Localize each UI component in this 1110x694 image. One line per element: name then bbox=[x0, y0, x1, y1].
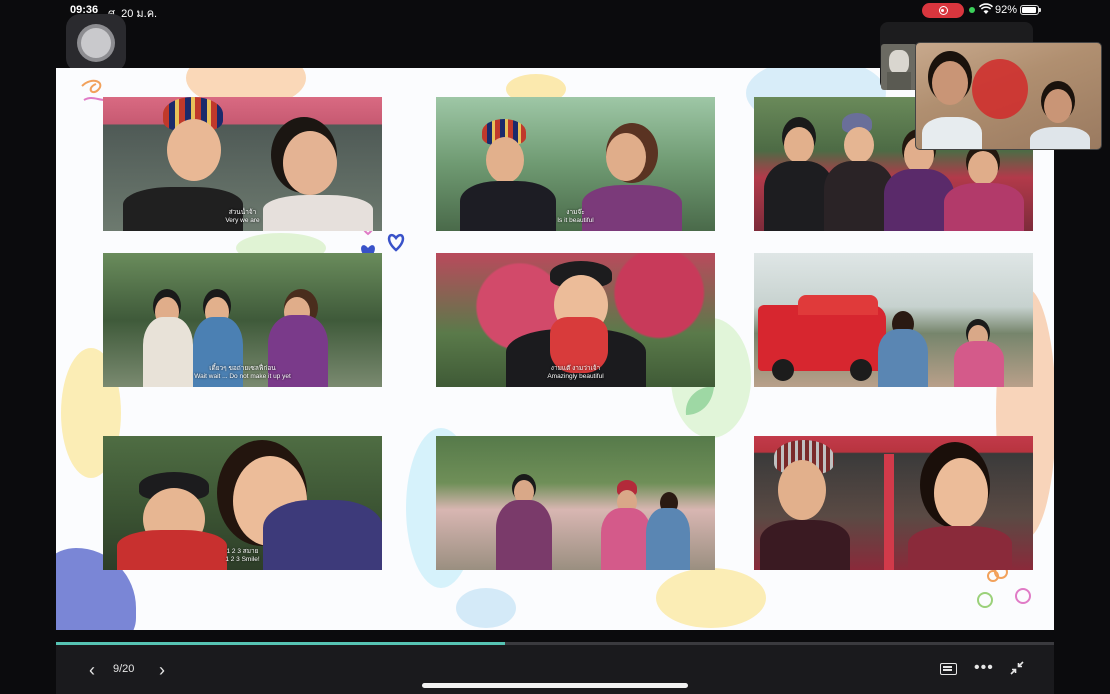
wifi-icon bbox=[979, 3, 993, 14]
photo-5-subtitle: งามแต๊ งามว่าเจ้า Amazingly beautiful bbox=[547, 365, 604, 380]
slide-photo-6 bbox=[754, 253, 1033, 387]
photo-4-subtitle: เดี๋ยวๆ ขอถ่ายเซลฟี่ก่อน Wait wait ... Do… bbox=[194, 365, 291, 380]
home-indicator[interactable] bbox=[422, 683, 688, 688]
camera-self-view[interactable] bbox=[915, 42, 1102, 150]
screen-recording-indicator[interactable] bbox=[922, 3, 964, 18]
page-indicator: 9/20 bbox=[113, 663, 135, 675]
collapse-icon[interactable] bbox=[1010, 661, 1024, 675]
camera-thumbnail[interactable] bbox=[881, 44, 917, 90]
chevron-left-icon: ‹ bbox=[89, 660, 95, 680]
slide-photo-4: เดี๋ยวๆ ขอถ่ายเซลฟี่ก่อน Wait wait ... Do… bbox=[103, 253, 382, 387]
previous-slide-button[interactable]: ‹ bbox=[82, 659, 102, 681]
leaf-doodle-icon bbox=[685, 386, 714, 415]
record-icon bbox=[938, 6, 948, 15]
slide-photo-8 bbox=[436, 436, 715, 570]
photo-1-subtitle: ส่วนน่ำจ้า Very we are bbox=[225, 209, 260, 224]
battery-percent: 92% bbox=[995, 4, 1018, 16]
slide-photo-1: ส่วนน่ำจ้า Very we are bbox=[103, 97, 382, 231]
keyboard-icon[interactable] bbox=[940, 663, 957, 675]
status-bar: 09:36 ศ. 20 ม.ค. 92% bbox=[0, 0, 1110, 22]
decor-blob-cyan-bottom bbox=[456, 588, 516, 628]
slide-photo-9 bbox=[754, 436, 1033, 570]
slide-photo-2: งามจ๊ะ Is it beautiful bbox=[436, 97, 715, 231]
assistive-touch-icon bbox=[81, 28, 111, 58]
decor-blob-yellow-bottom bbox=[656, 568, 766, 628]
assistive-touch-button[interactable] bbox=[66, 14, 126, 72]
presentation-slide: ส่วนน่ำจ้า Very we are งามจ๊ะ Is it beauti… bbox=[56, 68, 1054, 630]
next-slide-button[interactable]: › bbox=[152, 659, 172, 681]
more-icon[interactable]: ••• bbox=[974, 659, 994, 677]
chevron-right-icon: › bbox=[159, 660, 165, 680]
battery-icon bbox=[1020, 5, 1041, 15]
camera-in-use-dot bbox=[969, 7, 975, 13]
photo-2-subtitle: งามจ๊ะ Is it beautiful bbox=[557, 209, 594, 224]
slide-photo-7: 1 2 3 สมาย 1 2 3 Smile! bbox=[103, 436, 382, 570]
slide-photo-5: งามแต๊ งามว่าเจ้า Amazingly beautiful bbox=[436, 253, 715, 387]
photo-7-subtitle: 1 2 3 สมาย 1 2 3 Smile! bbox=[225, 548, 260, 563]
